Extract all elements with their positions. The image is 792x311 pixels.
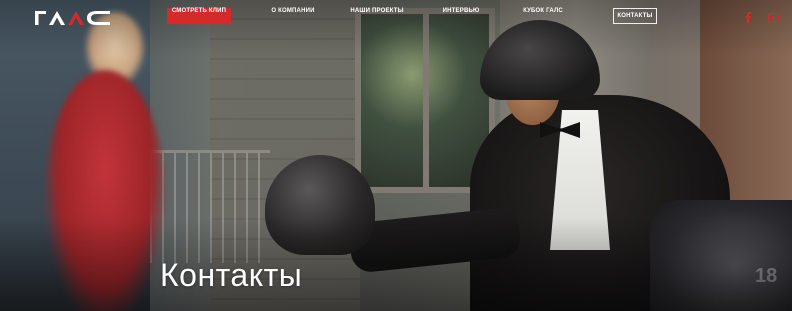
site-header: СМОТРЕТЬ КЛИП О КОМПАНИИ НАШИ ПРОЕКТЫ ИН… [0, 0, 792, 30]
nav-watch-clip-button[interactable]: СМОТРЕТЬ КЛИП [167, 8, 231, 24]
page-title: Контакты [160, 257, 303, 294]
nav-item-interview[interactable]: ИНТЕРВЬЮ [441, 8, 481, 24]
nav-item-about[interactable]: О КОМПАНИИ [268, 8, 318, 24]
facebook-icon[interactable] [745, 11, 751, 23]
main-nav: СМОТРЕТЬ КЛИП О КОМПАНИИ НАШИ ПРОЕКТЫ ИН… [0, 8, 792, 24]
youtube-icon[interactable] [768, 11, 779, 23]
nav-item-contacts[interactable]: КОНТАКТЫ [613, 8, 657, 24]
hero-vignette [0, 0, 792, 311]
nav-item-cup[interactable]: КУБОК ГАЛС [515, 8, 571, 24]
hero-banner: 18 СМОТРЕТЬ КЛИП О КОМПАНИИ НАШИ ПРОЕКТЫ… [0, 0, 792, 311]
nav-item-projects[interactable]: НАШИ ПРОЕКТЫ [350, 8, 404, 24]
